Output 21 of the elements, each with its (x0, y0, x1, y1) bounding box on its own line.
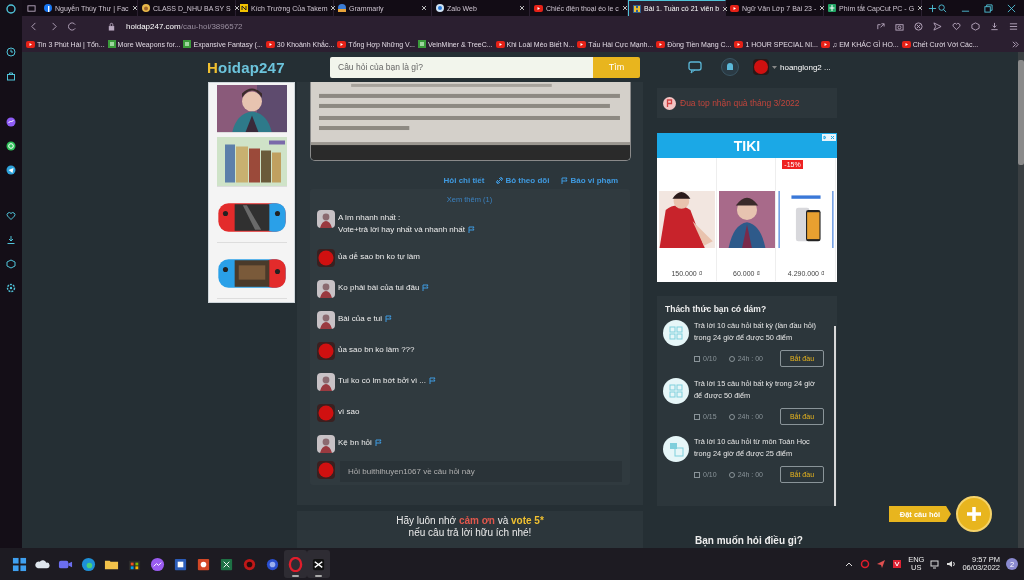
section-title: Thách thức bạn có dám? (665, 304, 768, 314)
action-link[interactable]: Hỏi chi tiết (443, 176, 485, 185)
comment-text: Tui ko có lm bớt bởi vì ... (338, 375, 426, 387)
comment-text: vì sao (338, 406, 360, 418)
action-link[interactable]: Bỏ theo dõi (496, 176, 550, 185)
reminder-text: Hãy luôn nhớ cảm ơn và vote 5* (395, 515, 545, 527)
comment-text: ủa sao bn ko làm ??? (338, 344, 415, 356)
action-link[interactable]: Báo vi phạm (561, 176, 618, 185)
comment-text: ủa dễ sao bn ko tự làm (338, 251, 420, 263)
comment-text: Bài của e tui (338, 313, 383, 325)
search-field[interactable]: Câu hỏi của bạn là gì? (330, 56, 593, 78)
comment-text: Ko phải bài của tui đâu (338, 282, 420, 294)
comment-text: A lm nhanh nhất : Vote+trả lời hay nhất và nhanh nhất (338, 212, 465, 236)
section-title: Bạn muốn hỏi điều gì? (695, 535, 804, 546)
site-logo[interactable]: Hoidap247 (207, 58, 330, 76)
ad-brand: TIKI (733, 137, 761, 154)
address-text[interactable]: hoidap247.com/cau-hoi/3896572 (126, 21, 243, 31)
comment-field[interactable]: Hỏi buithihuyen1067 về câu hỏi này (340, 461, 622, 482)
comment-text: Kệ bn hỏi (338, 437, 372, 449)
username[interactable]: hoanglong2 ... (780, 62, 831, 72)
reminder-text: nếu câu trả lời hữu ích nhé! (407, 527, 533, 539)
